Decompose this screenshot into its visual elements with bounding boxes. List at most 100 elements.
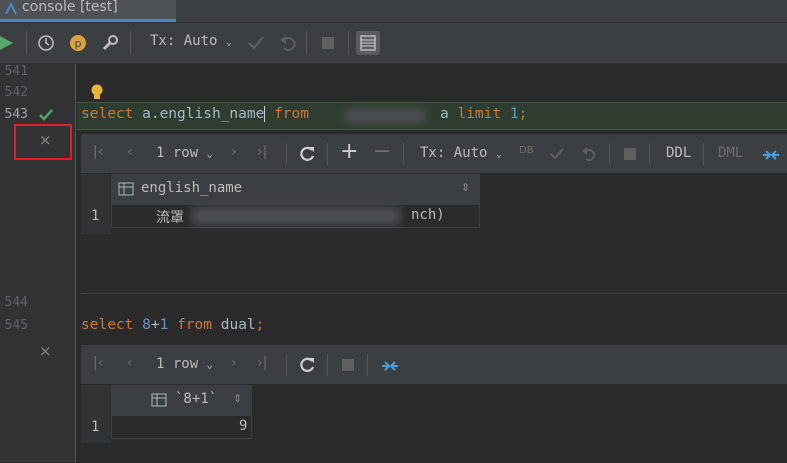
commit-check-icon [248,36,264,50]
row-count-label: 1 row [156,145,199,161]
add-row-icon[interactable]: + [340,139,358,164]
dml-button[interactable]: DML [718,145,743,161]
result-toolbar-2: |‹ ‹ 1 row ⌄ › ›| [81,346,787,384]
semicolon: ; [255,317,265,333]
toolbar-separator [327,354,328,376]
tx-mode-label: Tx: Auto [420,145,488,161]
column-header-english-name[interactable]: english_name [141,180,242,196]
keyword-from: from [274,106,309,122]
console-icon [5,2,17,15]
first-page-icon[interactable]: |‹ [93,355,103,371]
keyword-limit: limit [457,106,502,122]
last-page-icon[interactable]: ›| [257,355,267,371]
rollback-button[interactable] [276,31,300,55]
toolbar-separator [367,354,368,376]
query-line-545[interactable]: select 8+1 from dual; [81,317,264,333]
chevron-down-icon: ⌄ [206,360,213,371]
toolbar-separator [609,143,610,165]
result-cell[interactable] [111,415,252,439]
sql-editor[interactable]: 541 542 543 × 544 545 × select a.english… [0,64,787,463]
rollback-icon [280,36,296,51]
toolbar-separator [348,31,349,55]
toolbar-separator [130,31,131,55]
rollback-icon[interactable] [581,146,597,162]
query-line-543-tail: a limit 1; [440,106,527,122]
toolbar-separator [286,143,287,165]
line-number: 542 [4,85,28,100]
chevron-down-icon: ⌄ [495,149,502,160]
toolbar-separator [649,143,650,165]
success-check-icon [39,109,53,121]
run-button[interactable] [0,31,18,55]
sort-icon[interactable]: ⇕ [461,181,470,194]
row-count-label: 1 row [156,356,199,372]
operator: + [150,317,160,333]
history-button[interactable] [34,31,58,55]
commit-button[interactable] [244,31,268,55]
table-column-icon [118,182,134,196]
cell-value-suffix: nch) [411,207,445,223]
stop-icon[interactable] [342,359,354,371]
lightbulb-icon[interactable] [90,84,104,102]
layout-arrows-icon[interactable] [761,145,781,165]
keyword-select: select [81,317,134,333]
output-table-button[interactable] [356,31,380,55]
text-caret [264,106,275,122]
number-literal: 1 [159,317,169,333]
sort-icon[interactable]: ⇕ [233,392,242,405]
keyword-from: from [177,317,212,333]
console-tab[interactable]: console [test] [0,0,176,22]
cell-value-prefix: 流罩 [156,210,184,226]
settings-button[interactable] [98,31,122,55]
last-page-icon[interactable]: ›| [257,144,267,160]
limit-number: 1 [509,106,519,122]
next-page-icon[interactable]: › [231,355,237,371]
stop-icon[interactable] [624,148,636,160]
console-toolbar: p Tx: Auto ⌄ [0,23,787,64]
next-page-icon[interactable]: › [231,144,237,160]
commit-check-icon[interactable] [549,146,565,162]
table-column-icon [151,393,167,407]
ddl-button[interactable]: DDL [666,145,691,161]
prev-page-icon[interactable]: ‹ [127,144,133,160]
line-number: 541 [4,64,28,79]
column-header-8-plus-1[interactable]: `8+1` [175,391,217,407]
result-tx-dropdown[interactable]: Tx: Auto ⌄ [420,145,502,161]
profile-button[interactable]: p [66,31,90,55]
wrench-icon [102,35,118,51]
tab-strip: console [test] [0,0,787,23]
cell-value: 9 [239,418,248,434]
row-index-column [81,174,111,234]
stop-icon [322,37,334,49]
row-number: 1 [91,419,100,435]
prev-page-icon[interactable]: ‹ [127,355,133,371]
layout-arrows-icon[interactable] [380,356,400,376]
result-toolbar-1: |‹ ‹ 1 row ⌄ › ›| + − Tx: Auto ⌄ DB DDL … [81,135,787,173]
refresh-icon[interactable] [298,356,316,374]
chevron-down-icon: ⌄ [225,37,232,48]
stop-button[interactable] [316,31,340,55]
line-number: 543 [4,107,28,122]
transaction-mode-dropdown[interactable]: Tx: Auto ⌄ [150,33,232,49]
first-page-icon[interactable]: |‹ [93,144,103,160]
profile-p-icon: p [70,35,86,51]
result-panel-2: |‹ ‹ 1 row ⌄ › ›| `8+1` ⇕ 1 9 [81,345,787,463]
row-count-dropdown[interactable]: 1 row ⌄ [156,356,213,372]
output-table-icon [360,35,376,51]
svg-text:p: p [75,37,82,50]
close-result-icon[interactable]: × [39,131,52,149]
line-gutter: 541 542 543 × 544 545 × [0,64,76,462]
result-panel-1: |‹ ‹ 1 row ⌄ › ›| + − Tx: Auto ⌄ DB DDL … [81,134,787,294]
db-submit-icon[interactable]: DB [519,145,534,156]
row-count-dropdown[interactable]: 1 row ⌄ [156,145,213,161]
toolbar-separator [286,354,287,376]
line-number: 545 [4,318,28,333]
remove-row-icon[interactable]: − [373,139,391,164]
close-result-icon[interactable]: × [39,342,52,360]
row-number: 1 [91,208,100,224]
chevron-down-icon: ⌄ [206,149,213,160]
redacted-table-name [345,108,427,124]
number-literal: 8 [142,317,151,333]
query-line-543[interactable]: select a.english_name from [81,106,309,122]
refresh-icon[interactable] [298,145,316,163]
